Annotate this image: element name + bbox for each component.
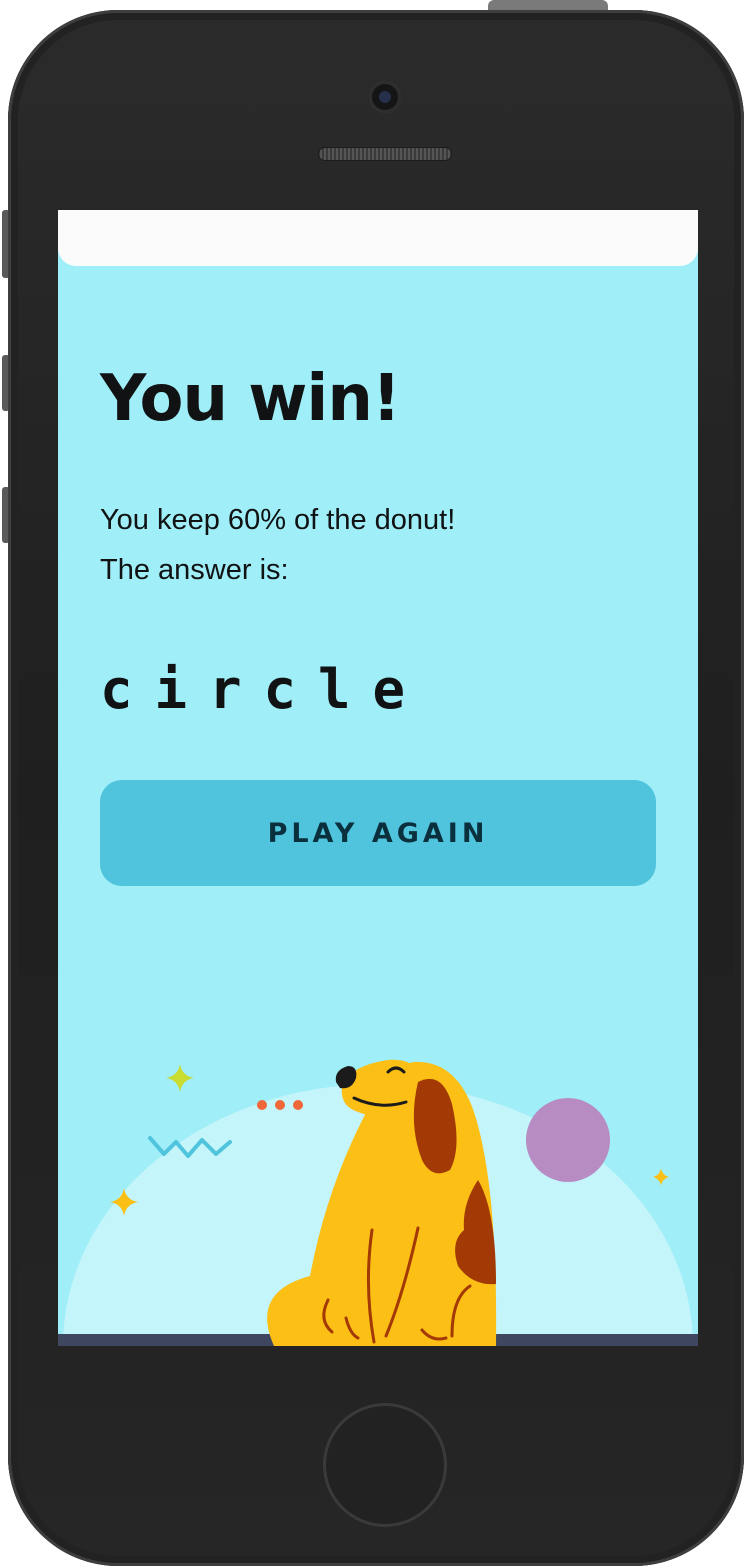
- home-button[interactable]: [323, 1403, 447, 1527]
- answer-word: circle: [100, 658, 428, 721]
- result-message: You keep 60% of the donut!: [100, 504, 456, 536]
- dog-illustration: [58, 1059, 698, 1346]
- play-again-button[interactable]: PLAY AGAIN: [100, 780, 656, 886]
- earpiece-speaker: [318, 147, 452, 161]
- dots-icon: [257, 1100, 303, 1110]
- game-screen: You win! You keep 60% of the donut! The …: [58, 210, 698, 1346]
- result-title: You win!: [100, 362, 401, 436]
- planet-circle: [526, 1098, 610, 1182]
- top-bar: [58, 210, 698, 266]
- answer-label: The answer is:: [100, 554, 289, 586]
- front-camera: [368, 80, 402, 114]
- sparkle-icon: [166, 1064, 194, 1092]
- sparkle-icon: [653, 1168, 669, 1186]
